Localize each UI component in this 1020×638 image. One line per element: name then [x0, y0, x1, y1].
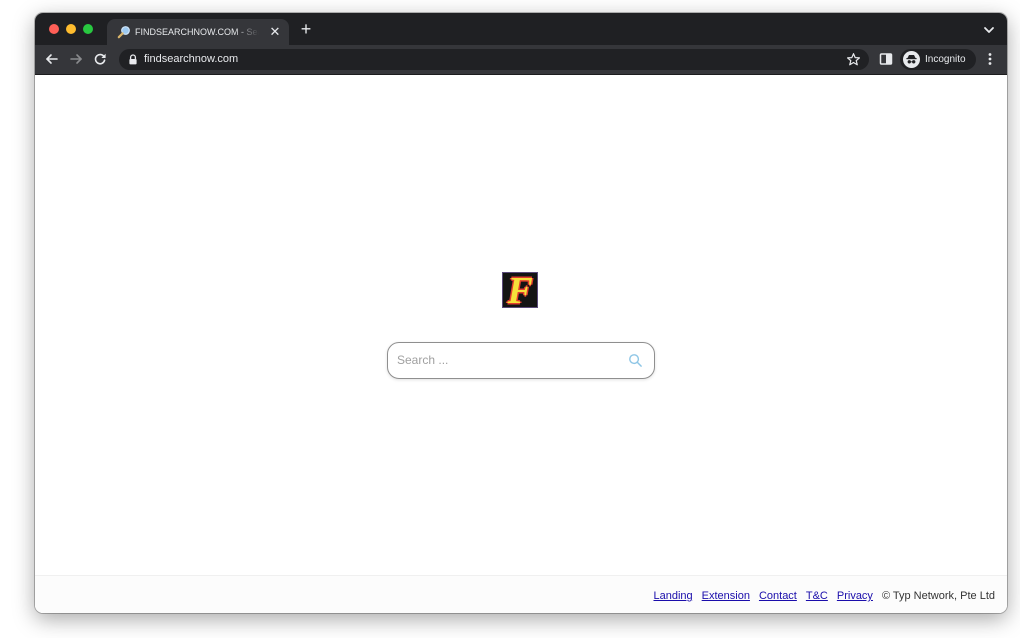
arrow-right-icon[interactable]: [68, 51, 84, 67]
incognito-icon: [903, 51, 920, 68]
footer-link-tc[interactable]: T&C: [806, 590, 828, 602]
copyright-text: © Typ Network, Pte Ltd: [881, 590, 995, 602]
minimize-window-button[interactable]: [66, 24, 76, 34]
search-icon[interactable]: [628, 353, 643, 368]
page-content: F Landing Extension Contact T&C Privacy © Typ…: [35, 75, 1007, 613]
profile-label: Incognito: [925, 54, 966, 65]
logo-letter: F: [507, 272, 533, 308]
footer-links: Landing Extension Contact T&C Privacy © Typ N…: [653, 589, 995, 603]
reload-icon[interactable]: [92, 51, 108, 67]
lock-icon[interactable]: [128, 54, 138, 65]
footer-link-landing[interactable]: Landing: [653, 590, 692, 602]
incognito-profile-button[interactable]: Incognito: [900, 49, 976, 70]
site-logo: F: [502, 272, 538, 308]
chevron-down-icon[interactable]: [981, 22, 997, 38]
magnifier-icon: [117, 26, 130, 39]
url-text[interactable]: findsearchnow.com: [144, 52, 238, 67]
browser-toolbar: findsearchnow.com Incognito: [35, 45, 1007, 75]
search-input[interactable]: [397, 351, 617, 369]
footer-link-privacy[interactable]: Privacy: [837, 590, 873, 602]
tab-strip: FINDSEARCHNOW.COM - Search ✕ +: [35, 13, 1007, 45]
plus-icon[interactable]: +: [297, 20, 315, 38]
footer: Landing Extension Contact T&C Privacy © Typ N…: [35, 575, 1007, 613]
close-icon[interactable]: ✕: [267, 24, 283, 40]
zoom-window-button[interactable]: [83, 24, 93, 34]
browser-window: FINDSEARCHNOW.COM - Search ✕ + findsearc: [35, 13, 1007, 613]
close-window-button[interactable]: [49, 24, 59, 34]
arrow-left-icon[interactable]: [44, 51, 60, 67]
side-panel-icon[interactable]: [878, 51, 894, 67]
footer-link-extension[interactable]: Extension: [702, 590, 750, 602]
search-box[interactable]: [387, 342, 655, 379]
tab-title: FINDSEARCHNOW.COM - Search: [135, 27, 259, 37]
footer-link-contact[interactable]: Contact: [759, 590, 797, 602]
tab-findsearchnow[interactable]: FINDSEARCHNOW.COM - Search ✕: [107, 19, 289, 45]
address-bar[interactable]: findsearchnow.com: [119, 49, 869, 70]
star-icon[interactable]: [846, 52, 861, 67]
kebab-menu-icon[interactable]: [982, 51, 998, 67]
